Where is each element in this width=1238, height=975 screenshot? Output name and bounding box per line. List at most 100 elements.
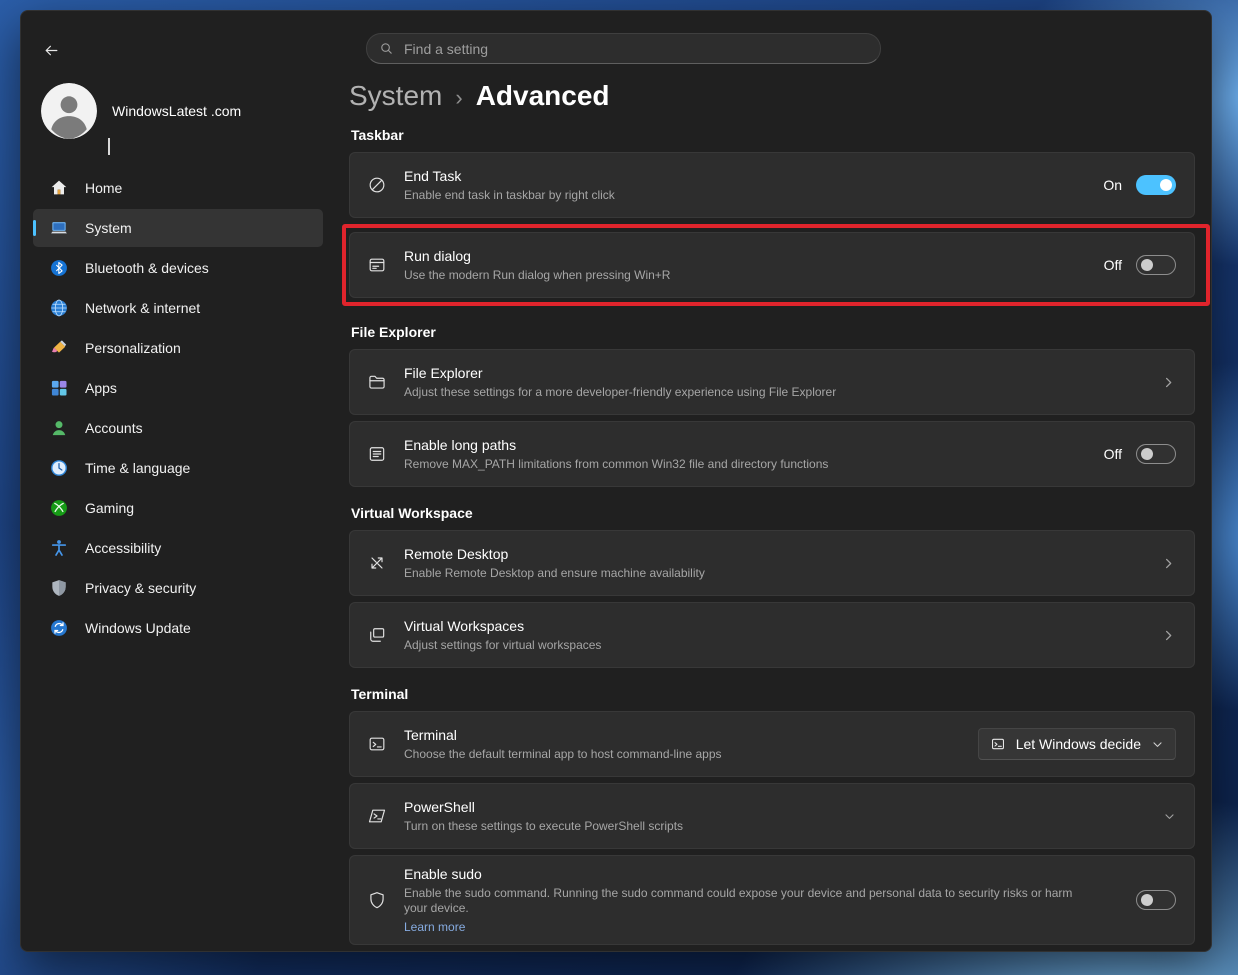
setting-title: Remote Desktop [404,546,705,563]
sidebar-item-label: Accessibility [85,540,161,556]
row-control: On [1087,175,1176,195]
setting-title: Terminal [404,727,722,744]
sidebar-item-label: Home [85,180,122,196]
breadcrumb-separator-icon: › [455,85,462,111]
setting-row-powershell[interactable]: PowerShellTurn on these settings to exec… [349,783,1195,849]
bluetooth-icon [49,258,69,278]
setting-row-end-task[interactable]: End TaskEnable end task in taskbar by ri… [349,152,1195,218]
section-title-virtual-workspace: Virtual Workspace [351,505,1195,521]
accounts-icon [49,418,69,438]
sidebar-item-privacy-security[interactable]: Privacy & security [33,569,323,607]
sidebar-item-home[interactable]: Home [33,169,323,207]
breadcrumb: System › Advanced [349,80,1195,112]
sidebar: WindowsLatest .com Home System Bluetooth &… [21,11,331,951]
sidebar-item-accounts[interactable]: Accounts [33,409,323,447]
setting-text: Remote Desktop Enable Remote Desktop and … [404,546,705,581]
breadcrumb-system[interactable]: System [349,80,442,112]
long-paths-icon [365,444,389,464]
setting-title: Run dialog [404,248,670,265]
setting-title: Enable sudo [404,866,1084,883]
toggle-state-label: Off [1104,446,1122,462]
row-control [1147,810,1176,823]
setting-title: PowerShell [404,799,683,816]
setting-text: Run dialog Use the modern Run dialog when… [404,248,670,283]
remote-desktop-icon [365,553,389,573]
setting-text: End TaskEnable end task in taskbar by ri… [404,168,615,203]
sidebar-item-label: System [85,220,132,236]
sidebar-item-label: Gaming [85,500,134,516]
sidebar-item-label: Privacy & security [85,580,196,596]
toggle-switch[interactable] [1136,255,1176,275]
row-control [1106,890,1176,910]
search-icon [379,41,394,56]
terminal-small-icon [990,736,1006,752]
terminal-app-dropdown[interactable]: Let Windows decide [978,728,1176,760]
windows-update-icon [49,618,69,638]
apps-icon [49,378,69,398]
text-caret [108,138,110,155]
profile-name: WindowsLatest .com [112,103,241,119]
sidebar-item-label: Windows Update [85,620,191,636]
setting-description: Remove MAX_PATH limitations from common … [404,457,828,472]
virtual-workspaces-icon [365,625,389,645]
setting-text: Terminal Choose the default terminal app … [404,727,722,762]
chevron-right-icon [1161,628,1176,643]
search-input[interactable] [366,33,881,64]
toggle-switch[interactable] [1136,175,1176,195]
learn-more-link[interactable]: Learn more [404,920,465,934]
user-profile[interactable]: WindowsLatest .com [41,83,241,139]
chevron-right-icon [1161,375,1176,390]
powershell-icon [365,806,389,826]
toggle-knob [1141,259,1153,271]
avatar [41,83,97,139]
row-control: Let Windows decide [962,728,1176,760]
section-title-terminal: Terminal [351,686,1195,702]
row-control [1145,628,1176,643]
privacy-icon [49,578,69,598]
gaming-icon [49,498,69,518]
setting-description: Use the modern Run dialog when pressing … [404,268,670,283]
setting-text: Enable long pathsRemove MAX_PATH limitat… [404,437,828,472]
setting-title: File Explorer [404,365,836,382]
settings-window: WindowsLatest .com Home System Bluetooth &… [20,10,1212,952]
dropdown-label: Let Windows decide [1016,736,1141,752]
sudo-icon [365,890,389,910]
setting-description: Enable end task in taskbar by right clic… [404,188,615,203]
setting-row-enable-long-paths[interactable]: Enable long pathsRemove MAX_PATH limitat… [349,421,1195,487]
setting-row-virtual-workspaces[interactable]: Virtual WorkspacesAdjust settings for vi… [349,602,1195,668]
sidebar-item-accessibility[interactable]: Accessibility [33,529,323,567]
toggle-switch[interactable] [1136,890,1176,910]
terminal-icon [365,734,389,754]
sidebar-item-label: Apps [85,380,117,396]
sidebar-item-personalization[interactable]: Personalization [33,329,323,367]
sidebar-item-windows-update[interactable]: Windows Update [33,609,323,647]
sidebar-item-label: Time & language [85,460,190,476]
desktop-wallpaper: WindowsLatest .com Home System Bluetooth &… [0,0,1238,975]
setting-description: Enable the sudo command. Running the sud… [404,886,1084,916]
sidebar-item-network-internet[interactable]: Network & internet [33,289,323,327]
setting-description: Choose the default terminal app to host … [404,747,722,762]
sidebar-item-label: Accounts [85,420,143,436]
toggle-knob [1160,179,1172,191]
setting-row-file-explorer[interactable]: File ExplorerAdjust these settings for a… [349,349,1195,415]
system-icon [49,218,69,238]
setting-row-run-dialog[interactable]: Run dialog Use the modern Run dialog when… [349,232,1195,298]
setting-description: Enable Remote Desktop and ensure machine… [404,566,705,581]
sidebar-nav: Home System Bluetooth & devices Network & i… [33,169,323,649]
setting-row-enable-sudo[interactable]: Enable sudo Enable the sudo command. Runn… [349,855,1195,945]
sidebar-item-bluetooth-devices[interactable]: Bluetooth & devices [33,249,323,287]
toggle-knob [1141,448,1153,460]
toggle-switch[interactable] [1136,444,1176,464]
row-control: Off [1088,255,1176,275]
sidebar-item-label: Bluetooth & devices [85,260,209,276]
sidebar-item-system[interactable]: System [33,209,323,247]
toggle-knob [1141,894,1153,906]
setting-row-remote-desktop[interactable]: Remote Desktop Enable Remote Desktop and … [349,530,1195,596]
sidebar-item-gaming[interactable]: Gaming [33,489,323,527]
sidebar-item-time-language[interactable]: Time & language [33,449,323,487]
setting-row-terminal[interactable]: Terminal Choose the default terminal app … [349,711,1195,777]
setting-text: Enable sudo Enable the sudo command. Runn… [404,866,1084,934]
setting-description: Adjust settings for virtual workspaces [404,638,601,653]
sidebar-item-apps[interactable]: Apps [33,369,323,407]
main-content: System › Advanced TaskbarEnd TaskEnable … [331,11,1211,951]
